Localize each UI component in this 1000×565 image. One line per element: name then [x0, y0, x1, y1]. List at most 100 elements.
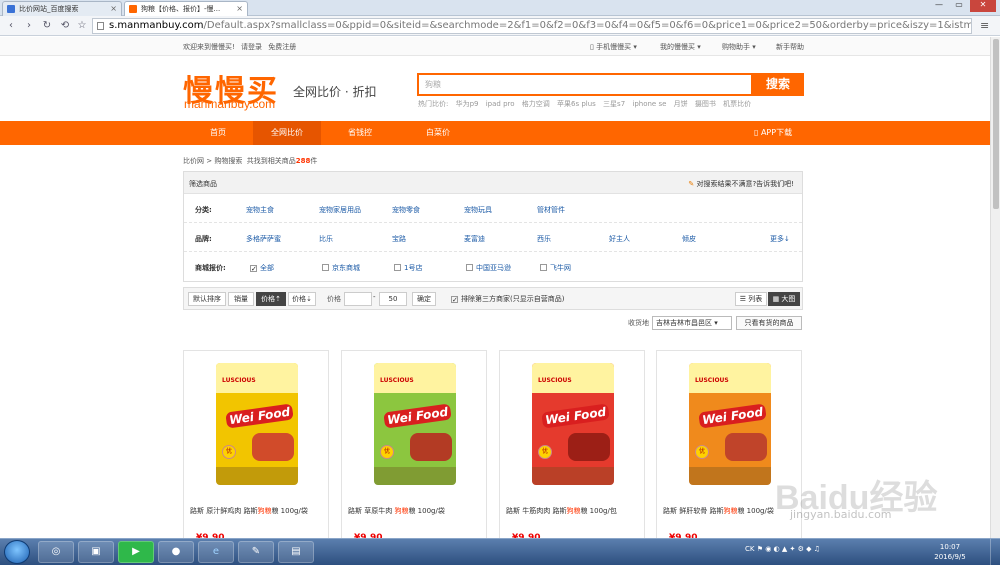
hot-word[interactable]: 机票比价 [723, 100, 751, 108]
category-option[interactable]: 宠物主食 [246, 205, 274, 215]
browser-menu-icon[interactable]: ≡ [980, 19, 992, 33]
view-grid-button[interactable]: ▦ 大图 [768, 292, 800, 306]
brand-option[interactable]: 倾皮 [682, 234, 696, 244]
app-download-link[interactable]: ▯ APP下载 [754, 121, 792, 145]
start-button[interactable] [4, 540, 30, 564]
product-image[interactable]: LUSCIOUS Wei Food 优 [689, 363, 771, 485]
product-title[interactable]: 路斯 原汁鲜鸡肉 路斯狗粮粮 100g/袋 [190, 506, 308, 516]
shopping-assistant-link[interactable]: 购物助手 ▾ [722, 42, 756, 52]
category-option[interactable]: 宠物家居用品 [319, 205, 361, 215]
category-option[interactable]: 宠物玩具 [464, 205, 492, 215]
exclude-third-party-option[interactable]: ✓ 排除第三方商家(只显示自营商品) [451, 294, 564, 304]
sort-default-button[interactable]: 默认排序 [188, 292, 226, 306]
browser-tab-manmanbuy[interactable]: 狗粮【价格、报价】-慢... × [124, 1, 248, 16]
product-title[interactable]: 路斯 鲜肝软骨 路斯狗粮粮 100g/袋 [663, 506, 774, 516]
breadcrumb-path[interactable]: 比价网 > 购物搜索 [183, 157, 242, 165]
search-button[interactable]: 搜索 [752, 73, 804, 96]
tab-close-icon[interactable]: × [236, 4, 243, 13]
nav-save[interactable]: 省钱控 [327, 121, 393, 145]
product-card[interactable]: LUSCIOUSWei Food优路斯 牛筋肉肉 路斯狗粮粮 100g/包¥9.… [499, 350, 645, 543]
taskbar-iqiyi-icon[interactable]: ▶ [118, 541, 154, 563]
scrollbar-thumb[interactable] [993, 39, 999, 209]
brand-option[interactable]: 宝路 [392, 234, 406, 244]
hot-word[interactable]: 苹果6s plus [557, 100, 596, 108]
hot-word[interactable]: 三星s7 [603, 100, 625, 108]
sort-price-asc-button[interactable]: 价格⇡ [256, 292, 286, 306]
back-arrow-icon[interactable]: ‹ [4, 19, 18, 33]
minimize-button[interactable]: — [930, 0, 948, 12]
checkbox-icon[interactable] [466, 264, 473, 271]
product-card[interactable]: LUSCIOUSWei Food优路斯 原汁鲜鸡肉 路斯狗粮粮 100g/袋¥9… [183, 350, 329, 543]
in-stock-only-button[interactable]: 只看有货的商品 [736, 316, 802, 330]
feedback-link[interactable]: ✎ 对搜索结果不满意?告诉我们吧! [688, 179, 794, 189]
product-image[interactable]: LUSCIOUS Wei Food 优 [532, 363, 614, 485]
help-link[interactable]: 新手帮助 [776, 42, 804, 52]
sort-sales-button[interactable]: 销量 [228, 292, 254, 306]
brand-option[interactable]: 好主人 [609, 234, 630, 244]
register-link[interactable]: 免费注册 [268, 43, 296, 51]
taskbar-browser-icon[interactable]: ◎ [38, 541, 74, 563]
mall-option[interactable]: 飞牛网 [540, 263, 571, 273]
checkbox-checked-icon[interactable] [250, 265, 257, 272]
nav-cheap[interactable]: 白菜价 [403, 121, 473, 145]
product-title[interactable]: 路斯 草原牛肉 狗粮粮 100g/袋 [348, 506, 445, 516]
view-list-button[interactable]: ☰ 列表 [735, 292, 767, 306]
nav-compare[interactable]: 全网比价 [253, 121, 321, 145]
mall-option[interactable]: 中国亚马逊 [466, 263, 511, 273]
reload-icon[interactable]: ↻ [40, 19, 54, 33]
taskbar-photo-icon[interactable]: ▣ [78, 541, 114, 563]
price-confirm-button[interactable]: 确定 [412, 292, 436, 306]
forward-arrow-icon[interactable]: › [22, 19, 36, 33]
more-brands-link[interactable]: 更多↓ [770, 234, 790, 244]
browser-tab-baidu[interactable]: 比价网站_百度搜索 × [2, 1, 122, 16]
taskbar-app-icon[interactable]: ● [158, 541, 194, 563]
taskbar-paint-icon[interactable]: ✎ [238, 541, 274, 563]
hot-word[interactable]: 摄图书 [695, 100, 716, 108]
price-min-input[interactable] [344, 292, 372, 306]
site-logo-domain[interactable]: manmanbuy.com [184, 97, 275, 111]
hot-word[interactable]: ipad pro [486, 100, 515, 108]
product-title[interactable]: 路斯 牛筋肉肉 路斯狗粮粮 100g/包 [506, 506, 617, 516]
maximize-button[interactable]: ▭ [950, 0, 968, 12]
checkbox-icon[interactable] [540, 264, 547, 271]
url-input[interactable]: s.manmanbuy.com/Default.aspx?smallclass=… [92, 18, 972, 34]
system-clock[interactable]: 10:07 2016/9/5 [920, 542, 980, 562]
brand-option[interactable]: 西乐 [537, 234, 551, 244]
tab-close-icon[interactable]: × [110, 4, 117, 13]
product-card[interactable]: LUSCIOUSWei Food优路斯 草原牛肉 狗粮粮 100g/袋¥9.90 [341, 350, 487, 543]
sort-price-desc-button[interactable]: 价格⇣ [288, 292, 316, 306]
brand-option[interactable]: 麦富迪 [464, 234, 485, 244]
close-window-button[interactable]: ✕ [970, 0, 996, 12]
category-option[interactable]: 管材管件 [537, 205, 565, 215]
hot-word[interactable]: 格力空调 [522, 100, 550, 108]
taskbar-ie-icon[interactable]: e [198, 541, 234, 563]
show-desktop-button[interactable] [990, 539, 1000, 565]
mall-option[interactable]: 京东商城 [322, 263, 360, 273]
page-scrollbar[interactable] [990, 37, 1000, 538]
checkbox-checked-icon[interactable]: ✓ [451, 296, 458, 304]
hot-word[interactable]: iphone se [632, 100, 666, 108]
product-image[interactable]: LUSCIOUS Wei Food 优 [374, 363, 456, 485]
nav-home[interactable]: 首页 [183, 121, 253, 145]
checkbox-icon[interactable] [394, 264, 401, 271]
login-link[interactable]: 请登录 [241, 43, 262, 51]
mall-option[interactable]: 1号店 [394, 263, 422, 273]
hot-word[interactable]: 华为p9 [456, 100, 479, 108]
mobile-link[interactable]: ▯ 手机慢慢买 ▾ [590, 42, 637, 52]
my-account-link[interactable]: 我的慢慢买 ▾ [660, 42, 701, 52]
product-image[interactable]: LUSCIOUS Wei Food 优 [216, 363, 298, 485]
ship-to-select[interactable]: 吉林吉林市昌邑区 ▾ [652, 316, 732, 330]
brand-option[interactable]: 比乐 [319, 234, 333, 244]
hot-word[interactable]: 月饼 [674, 100, 688, 108]
category-option[interactable]: 宠物零食 [392, 205, 420, 215]
price-max-input[interactable]: 50 [379, 292, 407, 306]
stop-icon[interactable]: ⟲ [58, 19, 72, 33]
search-input[interactable]: 狗粮 [417, 73, 753, 96]
checkbox-icon[interactable] [322, 264, 329, 271]
bookmark-star-icon[interactable]: ☆ [75, 19, 89, 33]
taskbar-explorer-icon[interactable]: ▤ [278, 541, 314, 563]
ime-indicator[interactable]: CK [745, 545, 754, 553]
system-tray[interactable]: CK ⚑ ◉ ◐ ▲ ✦ ⚙ ◆ ♫ [745, 545, 820, 553]
mall-option[interactable]: 全部 [250, 263, 274, 273]
brand-option[interactable]: 多格萨萨蜜 [246, 234, 281, 244]
